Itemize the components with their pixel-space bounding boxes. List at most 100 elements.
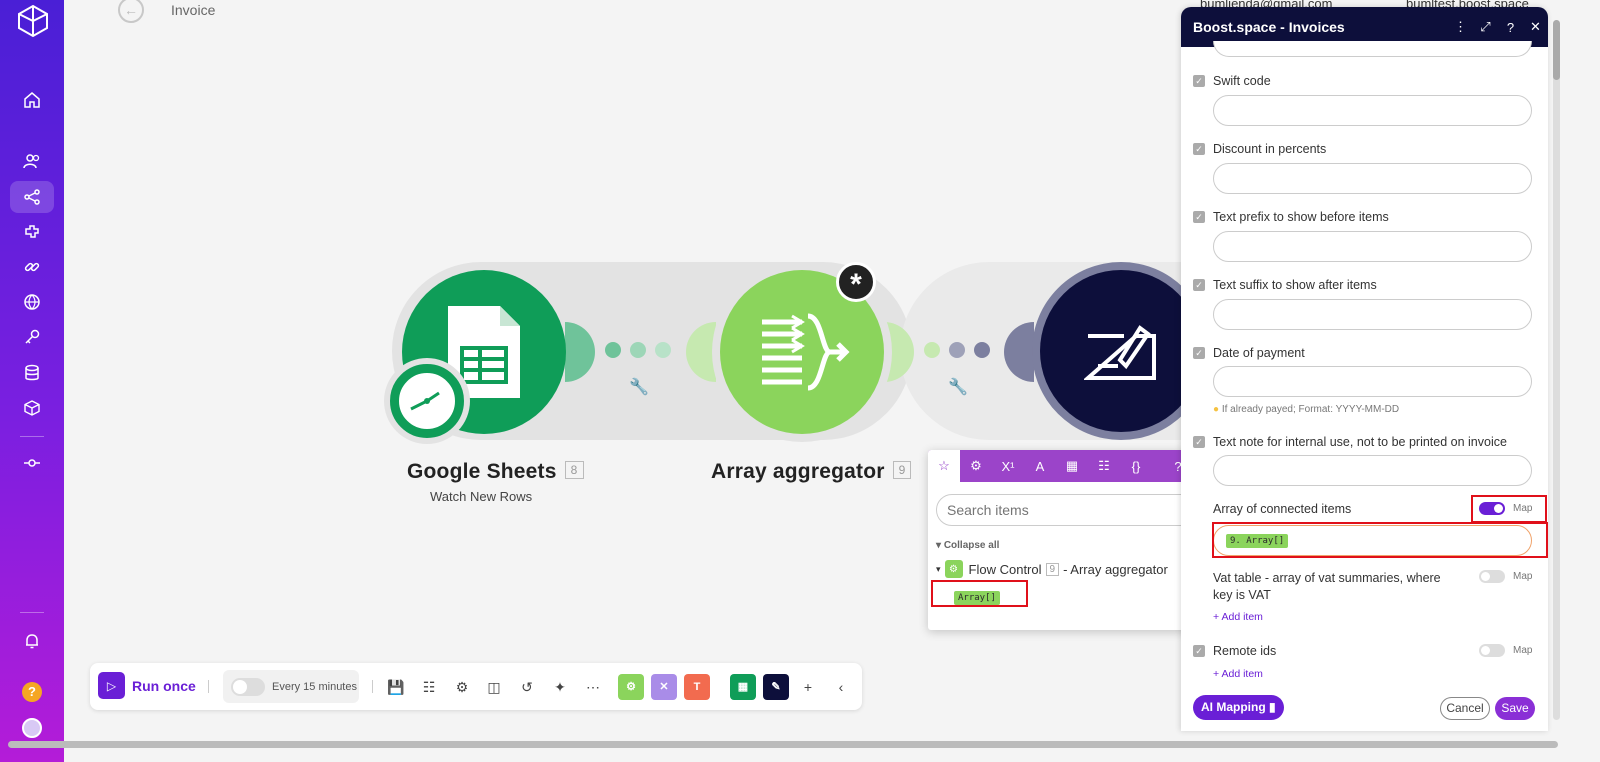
schedule-toggle[interactable] bbox=[231, 677, 265, 696]
highlight-box bbox=[1212, 522, 1548, 558]
swift-code-input[interactable] bbox=[1213, 95, 1532, 126]
datastores-icon[interactable] bbox=[10, 357, 54, 389]
node-sublabel: Watch New Rows bbox=[430, 489, 533, 504]
undo-icon[interactable]: ↺ bbox=[517, 677, 537, 697]
checkbox[interactable]: ✓ bbox=[1193, 279, 1205, 291]
map-toggle[interactable]: Map bbox=[1479, 570, 1532, 583]
schedule-control[interactable]: Every 15 minutes bbox=[223, 670, 359, 703]
table-icon[interactable]: ☷ bbox=[1088, 450, 1120, 482]
checkbox[interactable]: ✓ bbox=[1193, 436, 1205, 448]
internal-note-input[interactable] bbox=[1213, 455, 1532, 486]
magic-wand-icon[interactable]: ✦ bbox=[550, 677, 570, 697]
add-item-button[interactable]: + Add item bbox=[1213, 611, 1263, 623]
checkbox[interactable]: ✓ bbox=[1193, 645, 1205, 657]
scenarios-icon[interactable] bbox=[10, 181, 54, 213]
collapse-icon[interactable]: ‹ bbox=[831, 677, 851, 697]
logo-icon[interactable] bbox=[16, 4, 50, 38]
add-icon[interactable]: + bbox=[798, 677, 818, 697]
search-input[interactable] bbox=[936, 494, 1206, 526]
field-label: Text prefix to show before items bbox=[1213, 210, 1389, 224]
help-icon[interactable]: ? bbox=[22, 682, 42, 702]
boost-invoices-module[interactable] bbox=[1040, 270, 1202, 432]
field-label: Array of connected items bbox=[1213, 502, 1352, 516]
date-of-payment-input[interactable] bbox=[1213, 366, 1532, 397]
apps-icon[interactable] bbox=[10, 216, 54, 248]
collapse-all-link[interactable]: ▾ Collapse all bbox=[936, 540, 999, 551]
connections-icon[interactable] bbox=[10, 251, 54, 283]
hint-text: ● If already payed; Format: YYYY-MM-DD bbox=[1213, 404, 1400, 415]
text-icon[interactable]: A bbox=[1024, 450, 1056, 482]
run-once-button[interactable]: ▷ Run once bbox=[98, 672, 196, 699]
gear-icon[interactable]: ⚙ bbox=[960, 450, 992, 482]
sidebar: ? bbox=[0, 0, 64, 762]
connector-dot bbox=[630, 342, 646, 358]
sidebar-divider bbox=[20, 436, 44, 437]
cancel-button[interactable]: Cancel bbox=[1440, 697, 1490, 720]
star-icon[interactable]: ☆ bbox=[928, 450, 960, 482]
module-tree-item[interactable]: ▾ ⚙ Flow Control 9 - Array aggregator bbox=[936, 560, 1168, 578]
notes-icon[interactable]: ◫ bbox=[484, 677, 504, 697]
close-icon[interactable]: ✕ bbox=[1523, 19, 1548, 35]
webhooks-icon[interactable] bbox=[10, 286, 54, 318]
field-label: Text suffix to show after items bbox=[1213, 278, 1377, 292]
checkbox[interactable]: ✓ bbox=[1193, 143, 1205, 155]
text-field[interactable] bbox=[1213, 41, 1532, 57]
text-prefix-input[interactable] bbox=[1213, 231, 1532, 262]
home-icon[interactable] bbox=[10, 84, 54, 116]
google-sheets-icon[interactable]: ▦ bbox=[730, 674, 756, 700]
boost-space-icon[interactable]: ✎ bbox=[763, 674, 789, 700]
users-icon[interactable] bbox=[10, 145, 54, 177]
flow-control-icon: ⚙ bbox=[944, 560, 963, 578]
back-button[interactable]: ← bbox=[118, 0, 144, 23]
field-label: Text note for internal use, not to be pr… bbox=[1213, 435, 1507, 449]
wrench-icon[interactable]: 🔧 bbox=[948, 377, 968, 397]
toggle-switch[interactable] bbox=[1479, 644, 1505, 657]
ai-mapping-button[interactable]: AI Mapping ▮ bbox=[1193, 695, 1284, 720]
keys-icon[interactable] bbox=[10, 321, 54, 353]
toolbar-divider bbox=[372, 680, 373, 693]
avatar[interactable] bbox=[22, 718, 42, 738]
module-settings-panel: Boost.space - Invoices ⋮ ⤢ ? ✕ ✓ Swift c… bbox=[1181, 7, 1548, 731]
tools-icon[interactable]: ✕ bbox=[651, 674, 677, 700]
calendar-icon[interactable]: ▦ bbox=[1056, 450, 1088, 482]
flow-control-icon[interactable]: ⚙ bbox=[618, 674, 644, 700]
more-vertical-icon[interactable]: ⋮ bbox=[1448, 19, 1473, 35]
connector-dot bbox=[655, 342, 671, 358]
add-item-button[interactable]: + Add item bbox=[1213, 668, 1263, 680]
highlight-box bbox=[1471, 495, 1547, 523]
field-label: Remote ids bbox=[1213, 644, 1277, 658]
aggregator-icon bbox=[762, 313, 850, 391]
checkbox[interactable]: ✓ bbox=[1193, 347, 1205, 359]
caret-icon: ▾ bbox=[936, 563, 941, 574]
map-toggle[interactable]: Map bbox=[1479, 644, 1532, 657]
braces-icon[interactable]: {} bbox=[1120, 450, 1152, 482]
asterisk-badge[interactable]: * bbox=[836, 262, 876, 302]
horizontal-scrollbar[interactable] bbox=[8, 741, 1558, 748]
checkbox[interactable]: ✓ bbox=[1193, 75, 1205, 87]
math-icon[interactable]: X¹ bbox=[992, 450, 1024, 482]
help-icon[interactable]: ? bbox=[1498, 20, 1523, 35]
bell-icon[interactable] bbox=[10, 625, 54, 657]
wrench-icon[interactable]: 🔧 bbox=[629, 377, 649, 397]
flow-icon[interactable] bbox=[10, 447, 54, 479]
checkbox[interactable]: ✓ bbox=[1193, 211, 1205, 223]
expand-icon[interactable]: ⤢ bbox=[1473, 19, 1498, 35]
toggle-switch[interactable] bbox=[1479, 570, 1505, 583]
text-suffix-input[interactable] bbox=[1213, 299, 1532, 330]
toolbar-divider bbox=[208, 680, 209, 693]
settings-icon[interactable]: ⚙ bbox=[452, 677, 472, 697]
field-label: Date of payment bbox=[1213, 346, 1305, 360]
page-title: Invoice bbox=[171, 2, 216, 18]
vertical-scrollbar[interactable] bbox=[1553, 20, 1560, 720]
layout-icon[interactable]: ☷ bbox=[419, 677, 439, 697]
save-button[interactable]: Save bbox=[1495, 697, 1535, 720]
node-label-google-sheets: Google Sheets 8 bbox=[407, 460, 584, 484]
connector-dot bbox=[924, 342, 940, 358]
save-icon[interactable]: 💾 bbox=[386, 677, 406, 697]
text-parser-icon[interactable]: T bbox=[684, 674, 710, 700]
devices-icon[interactable] bbox=[10, 392, 54, 424]
scrollbar-thumb[interactable] bbox=[1553, 20, 1560, 80]
more-icon[interactable]: ⋯ bbox=[583, 677, 603, 697]
discount-input[interactable] bbox=[1213, 163, 1532, 194]
field-label: Swift code bbox=[1213, 74, 1271, 88]
